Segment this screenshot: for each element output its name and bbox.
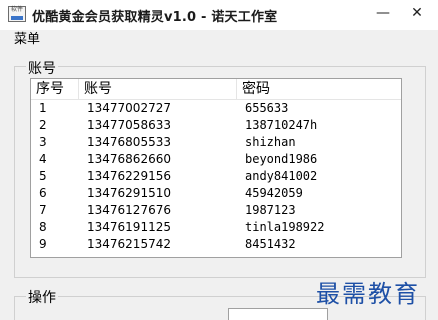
minimize-button[interactable]: — [370, 2, 396, 24]
cell-password: 45942059 [245, 186, 303, 200]
table-row[interactable]: 2 13477058633 138710247h [31, 117, 401, 134]
table-row[interactable]: 5 13476229156 andy841002 [31, 168, 401, 185]
cell-account: 13477058633 [87, 118, 171, 132]
column-header-password[interactable]: 密码 [237, 79, 401, 99]
table-row[interactable]: 6 13476291510 45942059 [31, 185, 401, 202]
table-row[interactable]: 7 13476127676 1987123 [31, 202, 401, 219]
accounts-list[interactable]: 序号 账号 密码 1 13477002727 655633 2 13477058… [30, 78, 402, 258]
operations-group-label: 操作 [26, 287, 58, 307]
table-row[interactable]: 9 13476215742 8451432 [31, 236, 401, 253]
window-title: 优酷黄金会员获取精灵v1.0 - 诺天工作室 [32, 10, 278, 25]
cell-index: 4 [39, 152, 47, 166]
cell-password: beyond1986 [245, 152, 318, 166]
cell-index: 3 [39, 135, 47, 149]
menu-bar: 菜单 [0, 30, 438, 50]
table-row[interactable]: 1 13477002727 655633 [31, 100, 401, 117]
cell-password: shizhan [245, 135, 296, 149]
cell-account: 13476805533 [87, 135, 171, 149]
cell-password: 655633 [245, 101, 289, 115]
cell-index: 9 [39, 237, 47, 251]
column-header-account[interactable]: 账号 [79, 79, 237, 99]
app-window: 软件 优酷黄金会员获取精灵v1.0 - 诺天工作室 — ✕ 菜单 账号 序号 账… [0, 0, 438, 320]
cell-account: 13476127676 [87, 203, 171, 217]
cell-account: 13476862660 [87, 152, 171, 166]
menu-item-menu[interactable]: 菜单 [14, 32, 40, 48]
close-button[interactable]: ✕ [404, 2, 430, 24]
cell-index: 8 [39, 220, 47, 234]
table-row[interactable]: 4 13476862660 beyond1986 [31, 151, 401, 168]
cell-password: 138710247h [245, 118, 318, 132]
column-header-index[interactable]: 序号 [31, 79, 79, 99]
cell-password: 1987123 [245, 203, 296, 217]
cell-password: 8451432 [245, 237, 296, 251]
app-icon: 软件 [8, 6, 26, 22]
list-header: 序号 账号 密码 [31, 79, 401, 100]
table-row[interactable]: 3 13476805533 shizhan [31, 134, 401, 151]
app-icon-text: 软件 [10, 6, 23, 13]
cell-account: 13477002727 [87, 101, 171, 115]
accounts-group-label: 账号 [26, 58, 58, 78]
watermark-logo: 最需教育 [316, 280, 420, 308]
cell-index: 1 [39, 101, 47, 115]
title-bar[interactable]: 软件 优酷黄金会员获取精灵v1.0 - 诺天工作室 — ✕ [0, 0, 438, 30]
table-row[interactable]: 8 13476191125 tinla198922 [31, 219, 401, 236]
cell-index: 6 [39, 186, 47, 200]
operations-field[interactable] [228, 308, 328, 320]
cell-account: 13476215742 [87, 237, 171, 251]
app-icon-bar [11, 16, 23, 20]
cell-index: 5 [39, 169, 47, 183]
cell-index: 7 [39, 203, 47, 217]
cell-password: andy841002 [245, 169, 318, 183]
cell-index: 2 [39, 118, 47, 132]
cell-account: 13476291510 [87, 186, 171, 200]
cell-account: 13476191125 [87, 220, 171, 234]
cell-account: 13476229156 [87, 169, 171, 183]
cell-password: tinla198922 [245, 220, 325, 234]
